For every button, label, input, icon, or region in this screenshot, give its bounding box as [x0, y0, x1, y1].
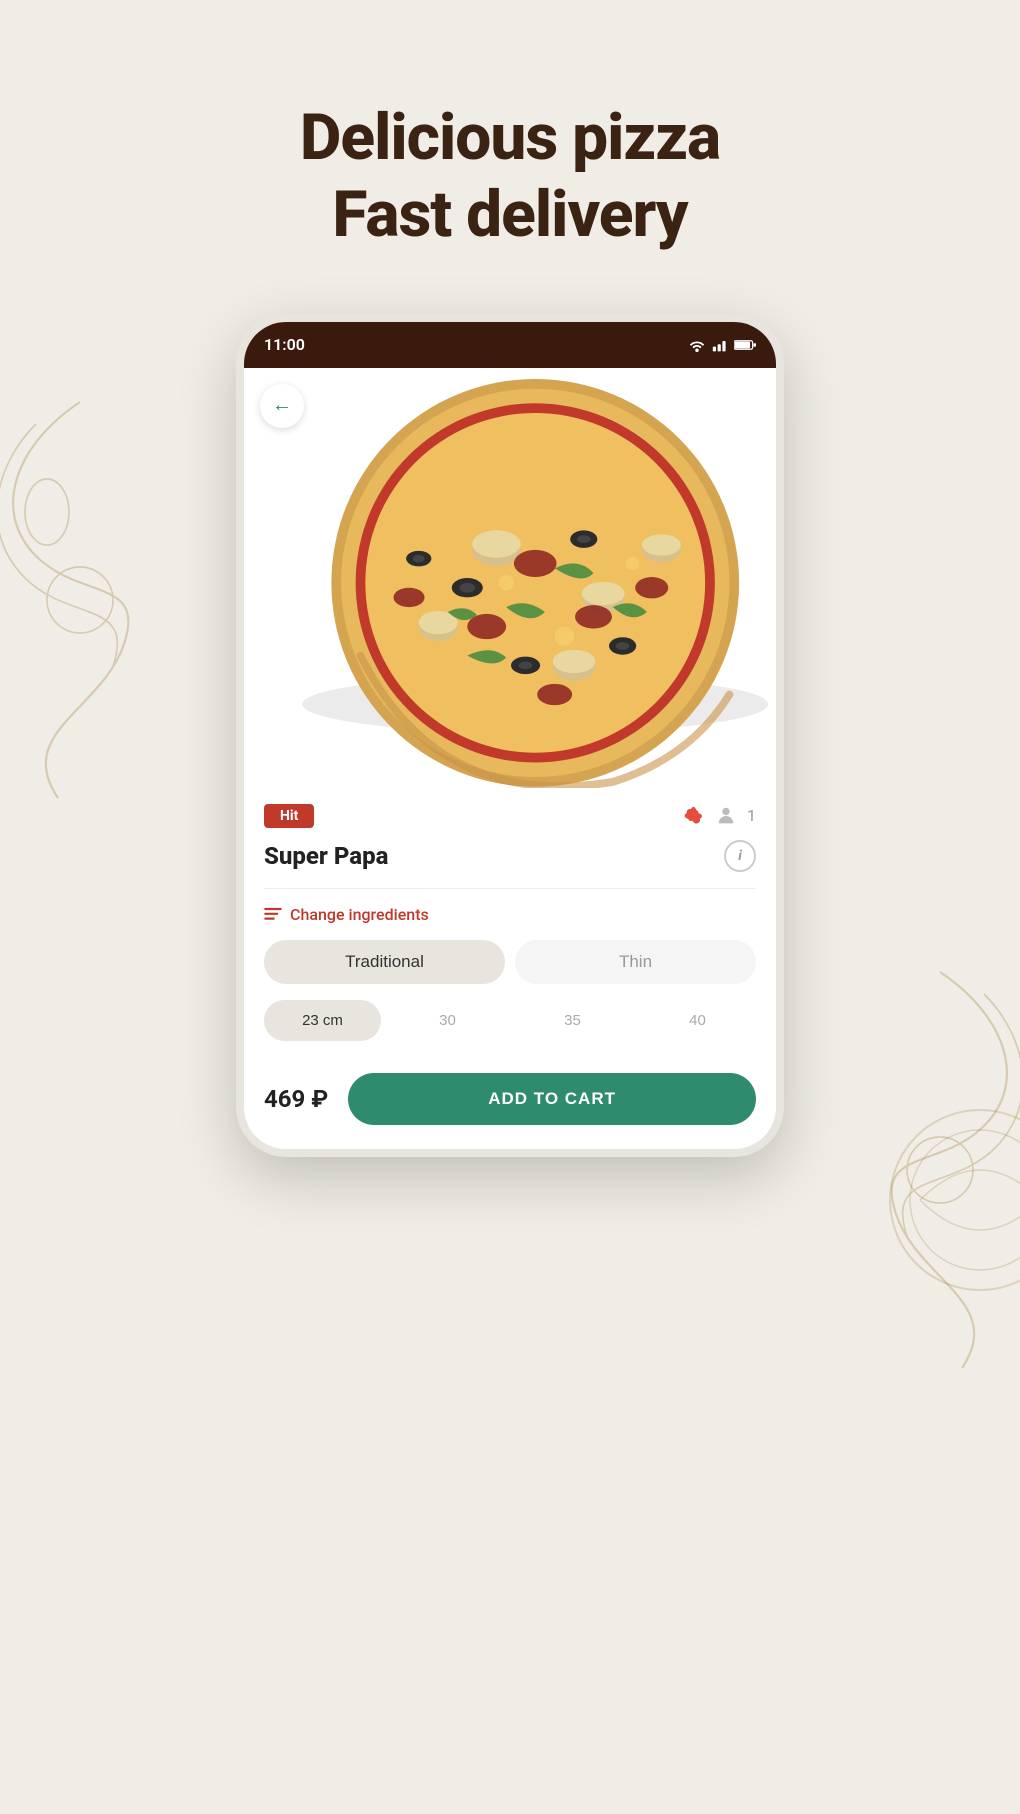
phone-mockup-container: 11:00 — [236, 314, 784, 1157]
hero-title-line1: Delicious pizza — [300, 100, 720, 175]
back-arrow-icon: ← — [272, 394, 292, 417]
bottom-bar: 469 ₽ ADD TO CART — [264, 1061, 756, 1125]
crust-thin-button[interactable]: Thin — [515, 940, 756, 984]
pizza-content-area: Hit 1 Super Papa i — [244, 788, 776, 1149]
pizza-image-area: ← — [244, 368, 776, 788]
hero-title-line2: Fast delivery — [332, 177, 687, 252]
hero-heading: Delicious pizza Fast delivery — [300, 100, 720, 254]
status-time: 11:00 — [264, 335, 305, 354]
hero-title: Delicious pizza Fast delivery — [300, 100, 720, 254]
status-bar: 11:00 — [244, 322, 776, 368]
change-ingredients-button[interactable]: Change ingredients — [264, 905, 756, 924]
phone-mockup: 11:00 — [236, 314, 784, 1157]
wifi-icon — [688, 338, 706, 352]
chili-icon — [683, 805, 705, 827]
add-to-cart-button[interactable]: ADD TO CART — [348, 1073, 756, 1125]
status-icons — [688, 338, 756, 352]
person-count: 1 — [747, 806, 756, 825]
size-23-button[interactable]: 23 cm — [264, 1000, 381, 1041]
size-40-button[interactable]: 40 — [639, 1000, 756, 1041]
ingredients-icon — [264, 907, 282, 921]
pizza-title: Super Papa — [264, 842, 388, 870]
battery-icon — [734, 339, 756, 351]
person-icon — [715, 805, 737, 827]
signal-icon — [712, 338, 728, 352]
bg-plate-decoration — [880, 1100, 1020, 1300]
bg-decoration-left — [0, 380, 190, 820]
hit-badge: Hit — [264, 804, 314, 828]
size-35-button[interactable]: 35 — [514, 1000, 631, 1041]
divider-1 — [264, 888, 756, 889]
pizza-illustration — [244, 368, 776, 788]
back-button[interactable]: ← — [260, 384, 304, 428]
change-ingredients-text: Change ingredients — [290, 905, 429, 924]
crust-traditional-button[interactable]: Traditional — [264, 940, 505, 984]
bg-decoration-right — [830, 950, 1020, 1390]
crust-selector: Traditional Thin — [264, 940, 756, 984]
icons-row: 1 — [683, 805, 756, 827]
size-selector: 23 cm 30 35 40 — [264, 1000, 756, 1041]
price-display: 469 ₽ — [264, 1085, 328, 1113]
pizza-title-row: Super Papa i — [264, 840, 756, 872]
tags-row: Hit 1 — [264, 804, 756, 828]
size-30-button[interactable]: 30 — [389, 1000, 506, 1041]
info-button[interactable]: i — [724, 840, 756, 872]
